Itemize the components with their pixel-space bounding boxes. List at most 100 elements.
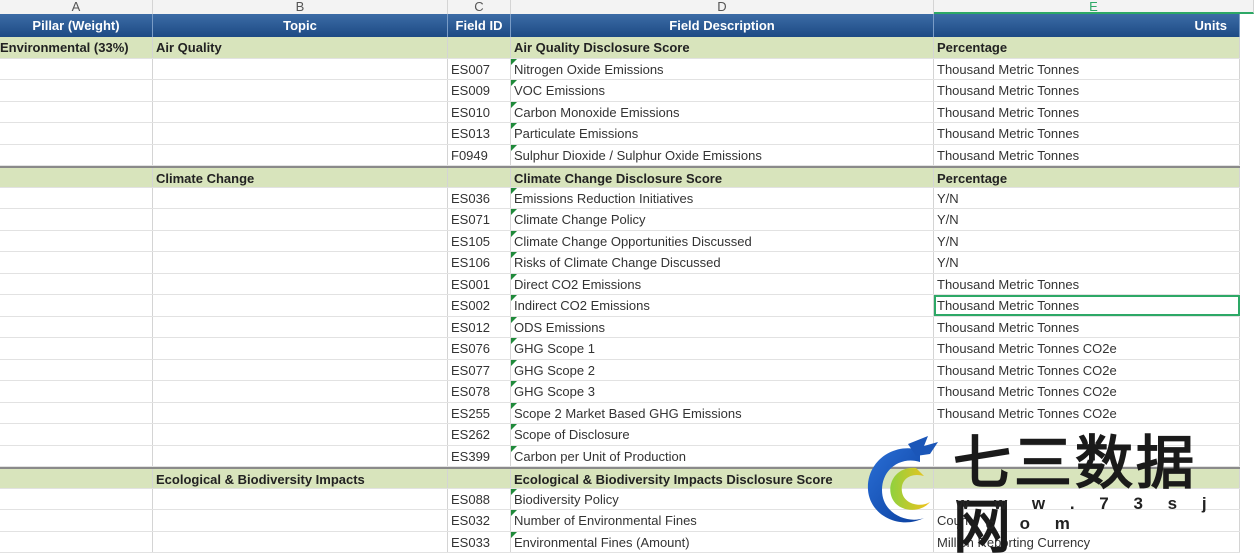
cell-pillar[interactable] bbox=[0, 445, 153, 466]
cell-topic[interactable] bbox=[153, 359, 448, 380]
cell-field-description[interactable]: ODS Emissions bbox=[511, 316, 934, 337]
cell-field-id[interactable]: ES007 bbox=[448, 58, 511, 79]
cell-field-description[interactable]: Climate Change Opportunities Discussed bbox=[511, 230, 934, 251]
cell-units[interactable]: Thousand Metric Tonnes CO2e bbox=[934, 381, 1240, 402]
cell-units[interactable]: Thousand Metric Tonnes bbox=[934, 295, 1240, 316]
cell-units[interactable]: Percentage bbox=[934, 37, 1240, 58]
cell-topic[interactable] bbox=[153, 381, 448, 402]
cell-field-description[interactable]: VOC Emissions bbox=[511, 80, 934, 101]
cell-field-description[interactable]: Direct CO2 Emissions bbox=[511, 273, 934, 294]
cell-topic[interactable] bbox=[153, 531, 448, 552]
cell-field-id[interactable]: ES071 bbox=[448, 209, 511, 230]
cell-units[interactable]: Thousand Metric Tonnes bbox=[934, 80, 1240, 101]
cell-field-id[interactable]: F0949 bbox=[448, 144, 511, 165]
cell-field-id[interactable]: ES013 bbox=[448, 123, 511, 144]
cell-topic[interactable] bbox=[153, 209, 448, 230]
cell-units[interactable]: Thousand Metric Tonnes CO2e bbox=[934, 338, 1240, 359]
cell-field-id[interactable]: ES262 bbox=[448, 424, 511, 445]
cell-topic[interactable] bbox=[153, 424, 448, 445]
cell-topic[interactable] bbox=[153, 230, 448, 251]
cell-field-description[interactable]: Scope 2 Market Based GHG Emissions bbox=[511, 402, 934, 423]
cell-field-id[interactable]: ES088 bbox=[448, 488, 511, 509]
cell-field-id[interactable]: ES036 bbox=[448, 187, 511, 208]
cell-units[interactable]: Thousand Metric Tonnes bbox=[934, 123, 1240, 144]
cell-pillar[interactable] bbox=[0, 101, 153, 122]
cell-topic[interactable] bbox=[153, 445, 448, 466]
cell-pillar[interactable] bbox=[0, 144, 153, 165]
cell-pillar[interactable] bbox=[0, 469, 153, 488]
cell-field-description[interactable]: Indirect CO2 Emissions bbox=[511, 295, 934, 316]
cell-topic[interactable] bbox=[153, 273, 448, 294]
cell-topic[interactable] bbox=[153, 187, 448, 208]
column-letter-b[interactable]: B bbox=[153, 0, 448, 14]
cell-topic[interactable] bbox=[153, 510, 448, 531]
cell-units[interactable]: Thousand Metric Tonnes bbox=[934, 101, 1240, 122]
cell-units[interactable]: Thousand Metric Tonnes bbox=[934, 316, 1240, 337]
cell-pillar[interactable] bbox=[0, 531, 153, 552]
cell-units[interactable]: Y/N bbox=[934, 252, 1240, 273]
cell-units[interactable]: Thousand Metric Tonnes CO2e bbox=[934, 359, 1240, 380]
cell-pillar[interactable] bbox=[0, 123, 153, 144]
header-pillar[interactable]: Pillar (Weight) bbox=[0, 14, 153, 37]
cell-units[interactable]: Y/N bbox=[934, 209, 1240, 230]
cell-pillar[interactable] bbox=[0, 510, 153, 531]
cell-topic[interactable] bbox=[153, 80, 448, 101]
cell-pillar[interactable] bbox=[0, 338, 153, 359]
cell-pillar[interactable] bbox=[0, 316, 153, 337]
cell-topic[interactable] bbox=[153, 58, 448, 79]
cell-units[interactable]: Thousand Metric Tonnes bbox=[934, 144, 1240, 165]
cell-field-description[interactable]: Sulphur Dioxide / Sulphur Oxide Emission… bbox=[511, 144, 934, 165]
cell-field-id[interactable]: ES255 bbox=[448, 402, 511, 423]
cell-field-id[interactable] bbox=[448, 469, 511, 488]
cell-topic[interactable] bbox=[153, 402, 448, 423]
cell-units[interactable]: Y/N bbox=[934, 187, 1240, 208]
cell-field-id[interactable]: ES033 bbox=[448, 531, 511, 552]
cell-field-description[interactable]: Risks of Climate Change Discussed bbox=[511, 252, 934, 273]
cell-field-id[interactable]: ES076 bbox=[448, 338, 511, 359]
header-topic[interactable]: Topic bbox=[153, 14, 448, 37]
cell-field-id[interactable]: ES002 bbox=[448, 295, 511, 316]
cell-topic[interactable]: Ecological & Biodiversity Impacts bbox=[153, 469, 448, 488]
cell-topic[interactable] bbox=[153, 252, 448, 273]
cell-topic[interactable] bbox=[153, 123, 448, 144]
cell-pillar[interactable] bbox=[0, 80, 153, 101]
cell-field-id[interactable]: ES077 bbox=[448, 359, 511, 380]
cell-topic[interactable] bbox=[153, 295, 448, 316]
cell-topic[interactable] bbox=[153, 101, 448, 122]
cell-field-description[interactable]: GHG Scope 2 bbox=[511, 359, 934, 380]
cell-pillar[interactable] bbox=[0, 252, 153, 273]
cell-field-id[interactable] bbox=[448, 37, 511, 58]
cell-field-id[interactable] bbox=[448, 168, 511, 187]
column-letter-c[interactable]: C bbox=[448, 0, 511, 14]
cell-pillar[interactable] bbox=[0, 402, 153, 423]
cell-units[interactable]: Thousand Metric Tonnes CO2e bbox=[934, 402, 1240, 423]
cell-field-id[interactable]: ES001 bbox=[448, 273, 511, 294]
cell-pillar[interactable] bbox=[0, 424, 153, 445]
cell-field-id[interactable]: ES032 bbox=[448, 510, 511, 531]
cell-topic[interactable] bbox=[153, 338, 448, 359]
header-field-id[interactable]: Field ID bbox=[448, 14, 511, 37]
cell-topic[interactable] bbox=[153, 144, 448, 165]
cell-pillar[interactable] bbox=[0, 168, 153, 187]
cell-field-id[interactable]: ES105 bbox=[448, 230, 511, 251]
cell-units[interactable]: Thousand Metric Tonnes bbox=[934, 58, 1240, 79]
cell-pillar[interactable]: Environmental (33%) bbox=[0, 37, 153, 58]
header-field-description[interactable]: Field Description bbox=[511, 14, 934, 37]
cell-field-id[interactable]: ES106 bbox=[448, 252, 511, 273]
cell-field-description[interactable]: Emissions Reduction Initiatives bbox=[511, 187, 934, 208]
cell-field-id[interactable]: ES010 bbox=[448, 101, 511, 122]
cell-pillar[interactable] bbox=[0, 273, 153, 294]
cell-topic[interactable] bbox=[153, 488, 448, 509]
column-letter-d[interactable]: D bbox=[511, 0, 934, 14]
cell-field-description[interactable]: Climate Change Disclosure Score bbox=[511, 168, 934, 187]
cell-field-id[interactable]: ES078 bbox=[448, 381, 511, 402]
cell-field-id[interactable]: ES012 bbox=[448, 316, 511, 337]
cell-field-description[interactable]: GHG Scope 3 bbox=[511, 381, 934, 402]
cell-field-description[interactable]: Carbon Monoxide Emissions bbox=[511, 101, 934, 122]
cell-pillar[interactable] bbox=[0, 187, 153, 208]
cell-pillar[interactable] bbox=[0, 58, 153, 79]
cell-units[interactable]: Y/N bbox=[934, 230, 1240, 251]
cell-pillar[interactable] bbox=[0, 230, 153, 251]
cell-units[interactable]: Percentage bbox=[934, 168, 1240, 187]
cell-pillar[interactable] bbox=[0, 359, 153, 380]
